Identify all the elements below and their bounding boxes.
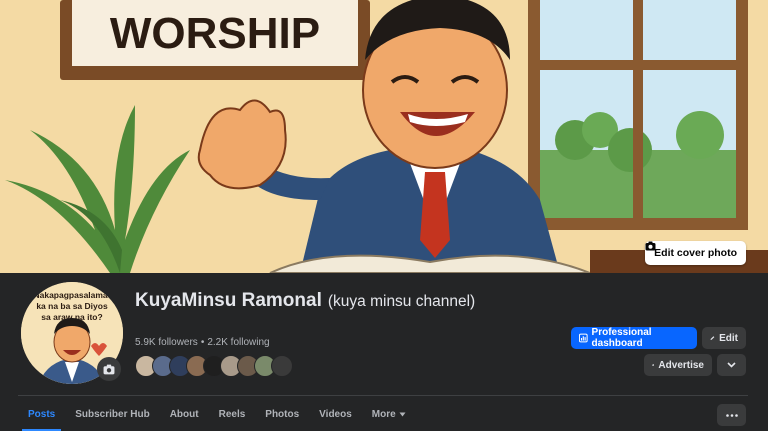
more-options-button[interactable] bbox=[717, 404, 746, 426]
tab-label: Photos bbox=[265, 408, 300, 420]
tab-videos[interactable]: Videos bbox=[309, 397, 362, 431]
tab-more[interactable]: More bbox=[362, 397, 416, 431]
follower-stats: 5.9K followers • 2.2K following bbox=[135, 337, 270, 348]
chevron-down-icon bbox=[727, 362, 736, 368]
tab-label: Subscriber Hub bbox=[75, 408, 150, 420]
stats-separator: • bbox=[200, 337, 205, 348]
profile-header: Nakapagpasalamat ka na ba sa Diyos sa ar… bbox=[0, 273, 768, 431]
follower-avatars bbox=[135, 355, 293, 377]
advertise-label: Advertise bbox=[658, 359, 704, 371]
tab-about[interactable]: About bbox=[160, 397, 209, 431]
dashboard-icon bbox=[579, 333, 588, 343]
tab-label: More bbox=[371, 408, 396, 420]
tab-subscriber-hub[interactable]: Subscriber Hub bbox=[65, 397, 159, 431]
pencil-icon bbox=[710, 336, 715, 341]
update-profile-picture-button[interactable] bbox=[97, 357, 121, 381]
tab-label: Videos bbox=[319, 408, 352, 420]
camera-icon bbox=[645, 241, 656, 251]
worship-sign-text: WORSHIP bbox=[110, 9, 320, 58]
following-count[interactable]: 2.2K following bbox=[207, 337, 269, 348]
profile-tabs: Posts Subscriber Hub About Reels Photos … bbox=[18, 397, 416, 431]
edit-cover-photo-button[interactable]: Edit cover photo bbox=[645, 241, 746, 265]
header-divider bbox=[18, 395, 748, 396]
profile-name: KuyaMinsu Ramonal bbox=[135, 290, 322, 311]
tab-label: Posts bbox=[28, 408, 56, 420]
profile-options-dropdown[interactable] bbox=[717, 354, 746, 376]
cover-illustration: WORSHIP bbox=[0, 0, 768, 273]
tab-label: About bbox=[169, 408, 199, 420]
cover-photo: WORSHIP Edit cover photo bbox=[0, 0, 768, 273]
caret-down-icon bbox=[399, 412, 406, 416]
professional-dashboard-button[interactable]: Professional dashboard bbox=[571, 327, 697, 349]
ellipsis-icon bbox=[725, 413, 738, 417]
camera-icon bbox=[103, 364, 115, 374]
tab-label: Reels bbox=[218, 408, 246, 420]
megaphone-icon bbox=[652, 364, 654, 366]
profile-alternate-name: (kuya minsu channel) bbox=[327, 293, 476, 310]
followers-count[interactable]: 5.9K followers bbox=[135, 337, 198, 348]
follower-avatar[interactable] bbox=[271, 355, 293, 377]
tab-reels[interactable]: Reels bbox=[209, 397, 256, 431]
edit-profile-button[interactable]: Edit bbox=[702, 327, 746, 349]
avatar-text-line-2: ka na ba sa Diyos bbox=[36, 301, 108, 311]
profile-name-block: KuyaMinsu Ramonal (kuya minsu channel) bbox=[135, 289, 515, 314]
tab-posts[interactable]: Posts bbox=[18, 397, 65, 431]
edit-label: Edit bbox=[719, 332, 738, 344]
professional-dashboard-label: Professional dashboard bbox=[591, 327, 652, 349]
edit-cover-photo-label: Edit cover photo bbox=[654, 247, 737, 259]
advertise-button[interactable]: Advertise bbox=[644, 354, 712, 376]
avatar-text-line-1: Nakapagpasalamat bbox=[33, 290, 110, 300]
tab-photos[interactable]: Photos bbox=[255, 397, 309, 431]
